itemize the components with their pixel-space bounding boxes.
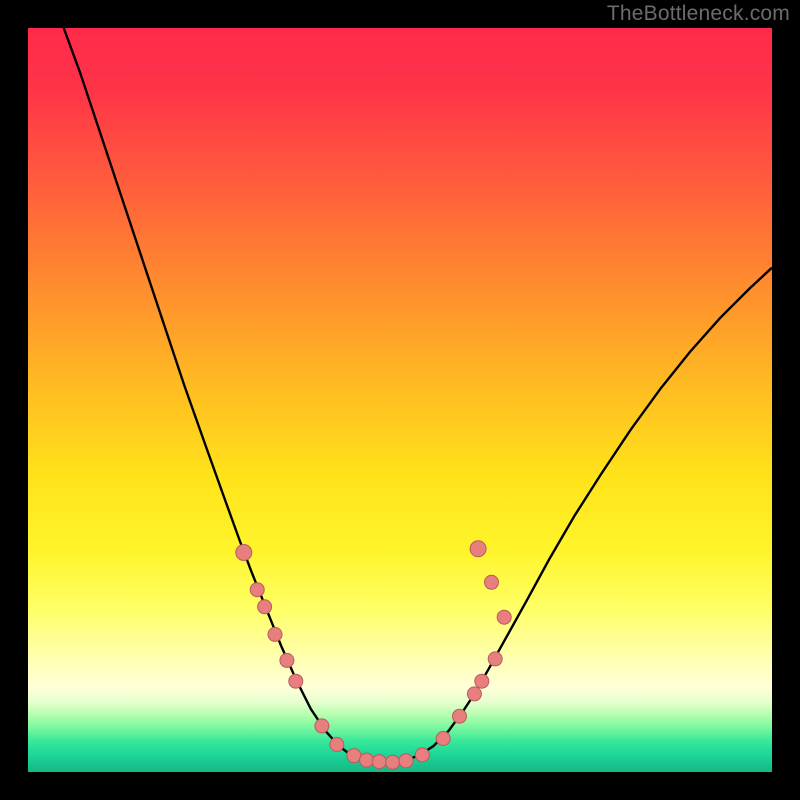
chart-frame: TheBottleneck.com <box>0 0 800 800</box>
watermark-text: TheBottleneck.com <box>607 2 790 26</box>
plot-area <box>28 28 772 772</box>
background-gradient <box>28 28 772 772</box>
